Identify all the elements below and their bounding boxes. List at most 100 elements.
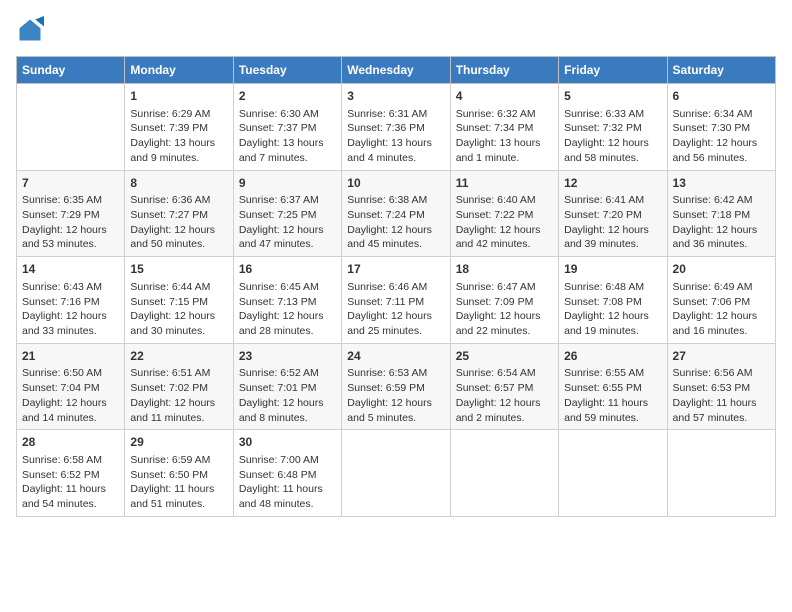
day-info: Sunset: 6:48 PM xyxy=(239,468,336,483)
day-info: Sunrise: 6:35 AM xyxy=(22,193,119,208)
day-number: 26 xyxy=(564,348,661,365)
day-info: Sunset: 6:55 PM xyxy=(564,381,661,396)
day-info: and 14 minutes. xyxy=(22,411,119,426)
header-sunday: Sunday xyxy=(17,57,125,84)
day-info: Daylight: 11 hours xyxy=(130,482,227,497)
calendar-cell xyxy=(450,430,558,517)
day-info: Daylight: 12 hours xyxy=(673,223,770,238)
day-info: and 7 minutes. xyxy=(239,151,336,166)
calendar-cell: 19Sunrise: 6:48 AMSunset: 7:08 PMDayligh… xyxy=(559,257,667,344)
day-info: Sunset: 7:01 PM xyxy=(239,381,336,396)
day-info: Sunrise: 6:36 AM xyxy=(130,193,227,208)
day-info: and 25 minutes. xyxy=(347,324,444,339)
day-info: Sunrise: 6:47 AM xyxy=(456,280,553,295)
day-info: Sunset: 6:52 PM xyxy=(22,468,119,483)
day-info: and 39 minutes. xyxy=(564,237,661,252)
day-info: and 59 minutes. xyxy=(564,411,661,426)
day-info: Daylight: 12 hours xyxy=(130,396,227,411)
day-info: and 45 minutes. xyxy=(347,237,444,252)
day-info: and 8 minutes. xyxy=(239,411,336,426)
day-info: Sunrise: 6:46 AM xyxy=(347,280,444,295)
day-info: and 5 minutes. xyxy=(347,411,444,426)
day-number: 2 xyxy=(239,88,336,105)
calendar-cell: 26Sunrise: 6:55 AMSunset: 6:55 PMDayligh… xyxy=(559,343,667,430)
day-info: and 33 minutes. xyxy=(22,324,119,339)
day-info: Daylight: 12 hours xyxy=(239,309,336,324)
calendar-cell: 21Sunrise: 6:50 AMSunset: 7:04 PMDayligh… xyxy=(17,343,125,430)
day-info: Daylight: 13 hours xyxy=(130,136,227,151)
day-info: Sunrise: 6:58 AM xyxy=(22,453,119,468)
calendar-cell: 25Sunrise: 6:54 AMSunset: 6:57 PMDayligh… xyxy=(450,343,558,430)
day-info: and 54 minutes. xyxy=(22,497,119,512)
day-info: Sunset: 6:59 PM xyxy=(347,381,444,396)
day-info: and 53 minutes. xyxy=(22,237,119,252)
day-info: Sunset: 6:50 PM xyxy=(130,468,227,483)
calendar-cell: 11Sunrise: 6:40 AMSunset: 7:22 PMDayligh… xyxy=(450,170,558,257)
calendar-cell: 1Sunrise: 6:29 AMSunset: 7:39 PMDaylight… xyxy=(125,84,233,171)
day-info: Daylight: 12 hours xyxy=(22,309,119,324)
day-info: Sunrise: 6:48 AM xyxy=(564,280,661,295)
day-info: and 50 minutes. xyxy=(130,237,227,252)
day-info: Sunrise: 6:40 AM xyxy=(456,193,553,208)
day-info: Sunset: 7:24 PM xyxy=(347,208,444,223)
header-friday: Friday xyxy=(559,57,667,84)
day-info: and 2 minutes. xyxy=(456,411,553,426)
day-number: 11 xyxy=(456,175,553,192)
calendar-cell: 4Sunrise: 6:32 AMSunset: 7:34 PMDaylight… xyxy=(450,84,558,171)
day-number: 5 xyxy=(564,88,661,105)
day-info: and 30 minutes. xyxy=(130,324,227,339)
day-info: Sunrise: 6:33 AM xyxy=(564,107,661,122)
day-info: Daylight: 12 hours xyxy=(456,223,553,238)
header-tuesday: Tuesday xyxy=(233,57,341,84)
calendar-cell: 27Sunrise: 6:56 AMSunset: 6:53 PMDayligh… xyxy=(667,343,775,430)
calendar-table: SundayMondayTuesdayWednesdayThursdayFrid… xyxy=(16,56,776,517)
calendar-cell xyxy=(559,430,667,517)
day-info: and 1 minute. xyxy=(456,151,553,166)
day-info: Daylight: 12 hours xyxy=(564,309,661,324)
day-info: Daylight: 12 hours xyxy=(456,309,553,324)
day-info: Sunrise: 6:51 AM xyxy=(130,366,227,381)
day-info: Daylight: 12 hours xyxy=(456,396,553,411)
header-saturday: Saturday xyxy=(667,57,775,84)
day-info: Sunset: 7:11 PM xyxy=(347,295,444,310)
calendar-cell xyxy=(667,430,775,517)
day-number: 25 xyxy=(456,348,553,365)
day-info: and 9 minutes. xyxy=(130,151,227,166)
day-info: Daylight: 11 hours xyxy=(239,482,336,497)
calendar-cell: 30Sunrise: 7:00 AMSunset: 6:48 PMDayligh… xyxy=(233,430,341,517)
day-info: Daylight: 12 hours xyxy=(673,136,770,151)
calendar-cell: 3Sunrise: 6:31 AMSunset: 7:36 PMDaylight… xyxy=(342,84,450,171)
day-number: 16 xyxy=(239,261,336,278)
calendar-cell xyxy=(17,84,125,171)
day-info: Daylight: 12 hours xyxy=(22,396,119,411)
day-info: and 57 minutes. xyxy=(673,411,770,426)
day-number: 1 xyxy=(130,88,227,105)
day-info: Sunrise: 6:44 AM xyxy=(130,280,227,295)
day-info: Sunset: 7:37 PM xyxy=(239,121,336,136)
calendar-cell: 13Sunrise: 6:42 AMSunset: 7:18 PMDayligh… xyxy=(667,170,775,257)
calendar-week-2: 7Sunrise: 6:35 AMSunset: 7:29 PMDaylight… xyxy=(17,170,776,257)
day-info: Sunset: 7:15 PM xyxy=(130,295,227,310)
day-info: Daylight: 12 hours xyxy=(347,309,444,324)
day-number: 24 xyxy=(347,348,444,365)
day-info: Sunrise: 6:53 AM xyxy=(347,366,444,381)
day-info: Sunset: 7:08 PM xyxy=(564,295,661,310)
day-info: Daylight: 11 hours xyxy=(22,482,119,497)
calendar-cell: 10Sunrise: 6:38 AMSunset: 7:24 PMDayligh… xyxy=(342,170,450,257)
calendar-cell: 9Sunrise: 6:37 AMSunset: 7:25 PMDaylight… xyxy=(233,170,341,257)
calendar-cell: 17Sunrise: 6:46 AMSunset: 7:11 PMDayligh… xyxy=(342,257,450,344)
calendar-cell: 29Sunrise: 6:59 AMSunset: 6:50 PMDayligh… xyxy=(125,430,233,517)
calendar-cell: 23Sunrise: 6:52 AMSunset: 7:01 PMDayligh… xyxy=(233,343,341,430)
calendar-week-1: 1Sunrise: 6:29 AMSunset: 7:39 PMDaylight… xyxy=(17,84,776,171)
day-info: Daylight: 12 hours xyxy=(673,309,770,324)
day-number: 8 xyxy=(130,175,227,192)
day-info: Sunset: 6:53 PM xyxy=(673,381,770,396)
calendar-header-row: SundayMondayTuesdayWednesdayThursdayFrid… xyxy=(17,57,776,84)
day-number: 20 xyxy=(673,261,770,278)
day-number: 27 xyxy=(673,348,770,365)
day-info: Sunrise: 6:50 AM xyxy=(22,366,119,381)
day-info: Sunset: 7:16 PM xyxy=(22,295,119,310)
day-info: Sunrise: 6:45 AM xyxy=(239,280,336,295)
day-info: and 36 minutes. xyxy=(673,237,770,252)
day-info: Daylight: 11 hours xyxy=(673,396,770,411)
